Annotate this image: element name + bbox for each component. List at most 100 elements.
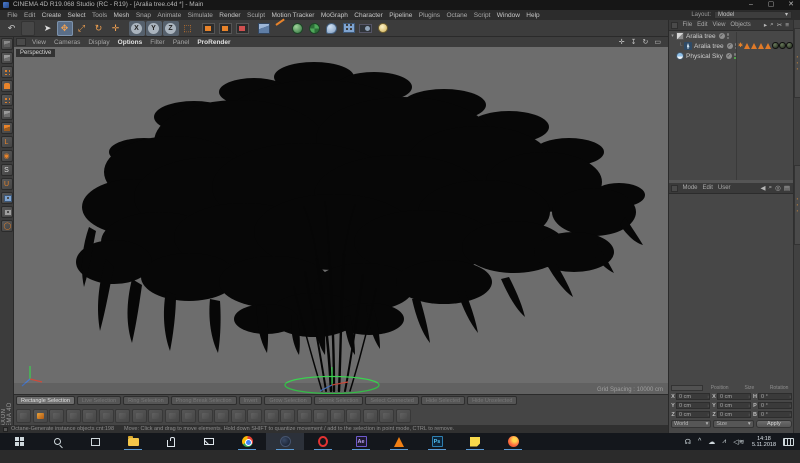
sculpt-tool-icon[interactable] — [379, 409, 394, 423]
magnet-snap-icon[interactable]: U — [1, 178, 13, 190]
sculpt-tool-icon[interactable] — [346, 409, 361, 423]
layout-dropdown[interactable]: Model▾ — [714, 11, 792, 19]
render-settings-button[interactable] — [235, 21, 251, 36]
vlc-button[interactable] — [380, 433, 418, 450]
render-picture-viewer-button[interactable] — [218, 21, 234, 36]
touch-keyboard-icon[interactable] — [783, 438, 794, 446]
render-view-button[interactable] — [201, 21, 217, 36]
coordinate-system-button[interactable]: ⬚ — [180, 21, 196, 36]
columns-icon[interactable]: ▤ — [782, 184, 791, 192]
task-view-button[interactable] — [76, 433, 114, 450]
sculpt-tool-icon[interactable] — [82, 409, 97, 423]
material-tag-icon[interactable] — [786, 42, 793, 49]
vp-menu-view[interactable]: View — [28, 39, 50, 46]
menu-mograph[interactable]: MoGraph — [318, 12, 351, 19]
vp-menu-panel[interactable]: Panel — [169, 39, 194, 46]
panel-grip-icon[interactable] — [16, 38, 26, 46]
panel-grip-icon[interactable] — [671, 22, 678, 29]
mail-button[interactable] — [190, 433, 228, 450]
position-z-field[interactable]: 0 cm — [676, 411, 710, 418]
hide-selected-button[interactable]: Hide Selected — [421, 396, 465, 405]
menu-create[interactable]: Create — [38, 12, 64, 19]
move-tool[interactable]: ✥ — [57, 21, 73, 36]
menu-edit[interactable]: Edit — [21, 12, 39, 19]
sculpt-tool-icon[interactable] — [330, 409, 345, 423]
active-app-button[interactable] — [266, 433, 304, 450]
search-icon[interactable]: ⌕ — [769, 21, 776, 29]
object-name[interactable]: Physical Sky — [686, 53, 723, 60]
am-menu-user[interactable]: User — [715, 185, 733, 191]
snap-icon[interactable]: S — [1, 164, 13, 176]
ring-selection-button[interactable]: Ring Selection — [123, 396, 168, 405]
om-menu-view[interactable]: View — [710, 22, 728, 28]
toggle-view-icon[interactable]: ▭ — [651, 38, 664, 46]
vp-menu-display[interactable]: Display — [84, 39, 113, 46]
people-icon[interactable]: ☊ — [681, 438, 694, 446]
after-effects-button[interactable]: Ae — [342, 433, 380, 450]
live-selection-tool[interactable]: ➤ — [40, 21, 56, 36]
vp-menu-options[interactable]: Options — [114, 39, 147, 46]
size-x-field[interactable]: 0 cm — [717, 393, 751, 400]
rotation-p-field[interactable]: 0 ° — [758, 402, 792, 409]
sculpt-tool-icon[interactable] — [165, 409, 180, 423]
primitive-cube-button[interactable] — [256, 21, 272, 36]
menu-sculpt[interactable]: Sculpt — [244, 12, 268, 19]
om-menu-objects[interactable]: Objects — [728, 22, 753, 28]
enabled-check-icon[interactable]: ✓ — [727, 43, 733, 49]
lock-icon[interactable]: ◎ — [774, 184, 783, 192]
shrink-selection-button[interactable]: Shrink Selection — [314, 396, 364, 405]
position-x-field[interactable]: 0 cm — [676, 393, 710, 400]
menu-render[interactable]: Render — [216, 12, 244, 19]
network-icon[interactable]: ⩘ — [719, 438, 730, 446]
last-used-tool[interactable]: ✛ — [108, 21, 124, 36]
opera-button[interactable] — [304, 433, 342, 450]
tag-triangle-icon[interactable] — [758, 43, 764, 49]
size-z-field[interactable]: 0 cm — [717, 411, 751, 418]
menu-pipeline[interactable]: Pipeline — [386, 12, 416, 19]
visibility-dots-icon[interactable] — [727, 33, 730, 40]
mograph-button[interactable] — [307, 21, 323, 36]
menu-help[interactable]: Help — [523, 12, 543, 19]
sculpt-tool-icon[interactable] — [115, 409, 130, 423]
size-header[interactable]: Size — [735, 385, 765, 391]
array-button[interactable] — [341, 21, 357, 36]
locked-workplane-icon[interactable] — [1, 206, 13, 218]
menu-file[interactable]: File — [4, 12, 21, 19]
sculpt-tool-icon[interactable] — [99, 409, 114, 423]
convert-editable-icon[interactable] — [1, 38, 13, 50]
enable-axis-icon[interactable]: L — [1, 136, 13, 148]
select-connected-button[interactable]: Select Connected — [365, 396, 418, 405]
undo-button[interactable]: ↶ — [4, 21, 20, 36]
back-arrow-icon[interactable]: ◀ — [759, 184, 767, 192]
photoshop-button[interactable]: Ps — [418, 433, 456, 450]
redo-button[interactable] — [21, 21, 35, 36]
menu-mesh[interactable]: Mesh — [110, 12, 132, 19]
sculpt-tool-icon[interactable] — [198, 409, 213, 423]
lock-y-axis-button[interactable]: Y — [146, 21, 162, 36]
close-button[interactable]: ✕ — [782, 0, 800, 10]
environment-button[interactable] — [290, 21, 306, 36]
object-row-physical-sky[interactable]: Physical Sky ✓ — [669, 51, 793, 61]
rotate-tool[interactable]: ↻ — [91, 21, 107, 36]
search-icon[interactable]: ⌕ — [767, 184, 774, 192]
rotation-b-field[interactable]: 0 ° — [758, 411, 792, 418]
tag-triangle-icon[interactable] — [765, 43, 771, 49]
material-tag-icon[interactable] — [779, 42, 786, 49]
apply-button[interactable]: Apply — [756, 420, 792, 428]
sculpt-tool-icon[interactable] — [280, 409, 295, 423]
menu-tools[interactable]: Tools — [89, 12, 111, 19]
docked-tab-handle[interactable]: ▪▪▪ — [794, 28, 800, 98]
sculpt-tool-icon[interactable] — [297, 409, 312, 423]
light-button[interactable] — [375, 21, 391, 36]
tag-triangle-icon[interactable] — [744, 43, 750, 49]
object-name[interactable]: Aralia tree — [694, 43, 724, 50]
sculpt-tool-icon[interactable] — [181, 409, 196, 423]
rotation-h-field[interactable]: 0 ° — [758, 393, 792, 400]
file-explorer-button[interactable] — [114, 433, 152, 450]
menu-octane[interactable]: Octane — [443, 12, 470, 19]
phong-break-selection-button[interactable]: Phong Break Selection — [171, 396, 237, 405]
search-button[interactable] — [38, 433, 76, 450]
lock-x-axis-button[interactable]: X — [129, 21, 145, 36]
minimize-button[interactable]: – — [742, 0, 760, 10]
enabled-check-icon[interactable]: ✓ — [719, 33, 725, 39]
